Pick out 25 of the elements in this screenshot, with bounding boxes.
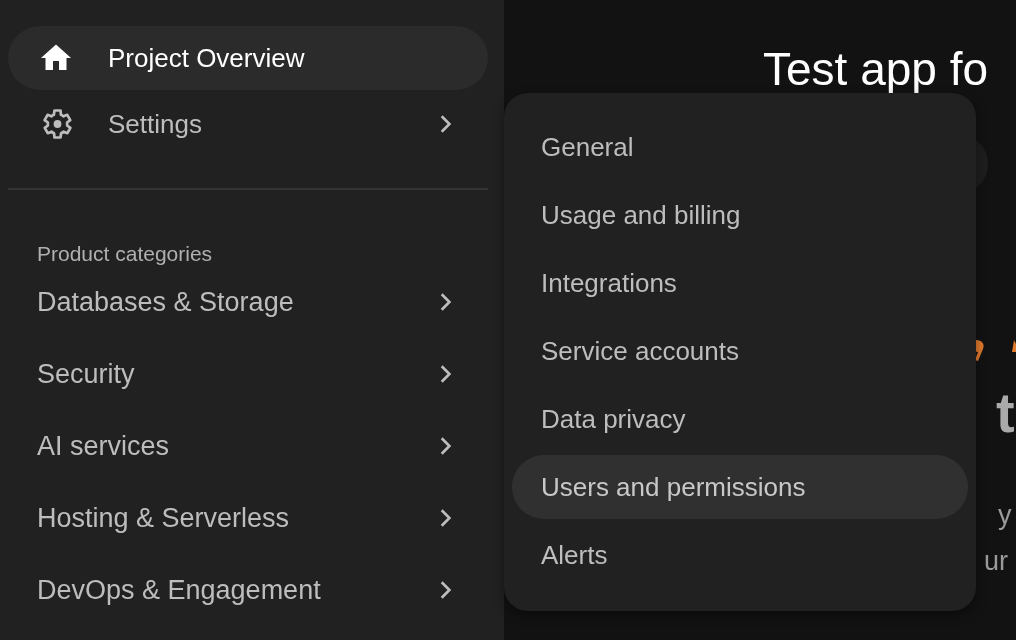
chevron-right-icon (438, 363, 452, 385)
heading-fragment: t (996, 380, 1015, 445)
chevron-right-icon (438, 291, 452, 313)
menu-item[interactable]: Integrations (512, 251, 968, 315)
category-item[interactable]: AI services (0, 410, 504, 482)
menu-item[interactable]: Users and permissions (512, 455, 968, 519)
menu-item[interactable]: Data privacy (512, 387, 968, 451)
menu-item[interactable]: Alerts (512, 523, 968, 587)
chevron-right-icon (438, 507, 452, 529)
nav-item[interactable]: Settings (8, 92, 488, 156)
chevron-right-icon (438, 579, 452, 601)
page-title: Test app fo (763, 42, 989, 96)
text-fragment: ur (984, 546, 1008, 577)
chevron-right-icon (438, 435, 452, 457)
nav-item[interactable]: Project Overview (8, 26, 488, 90)
category-item[interactable]: Databases & Storage (0, 266, 504, 338)
chevron-right-icon (438, 113, 452, 135)
category-item[interactable]: DevOps & Engagement (0, 554, 504, 626)
menu-item[interactable]: Service accounts (512, 319, 968, 383)
category-item[interactable]: Security (0, 338, 504, 410)
category-item[interactable]: Hosting & Serverless (0, 482, 504, 554)
menu-item[interactable]: Usage and billing (512, 183, 968, 247)
menu-item[interactable]: General (512, 115, 968, 179)
section-title: Product categories (37, 242, 214, 266)
text-fragment: y (998, 500, 1012, 531)
